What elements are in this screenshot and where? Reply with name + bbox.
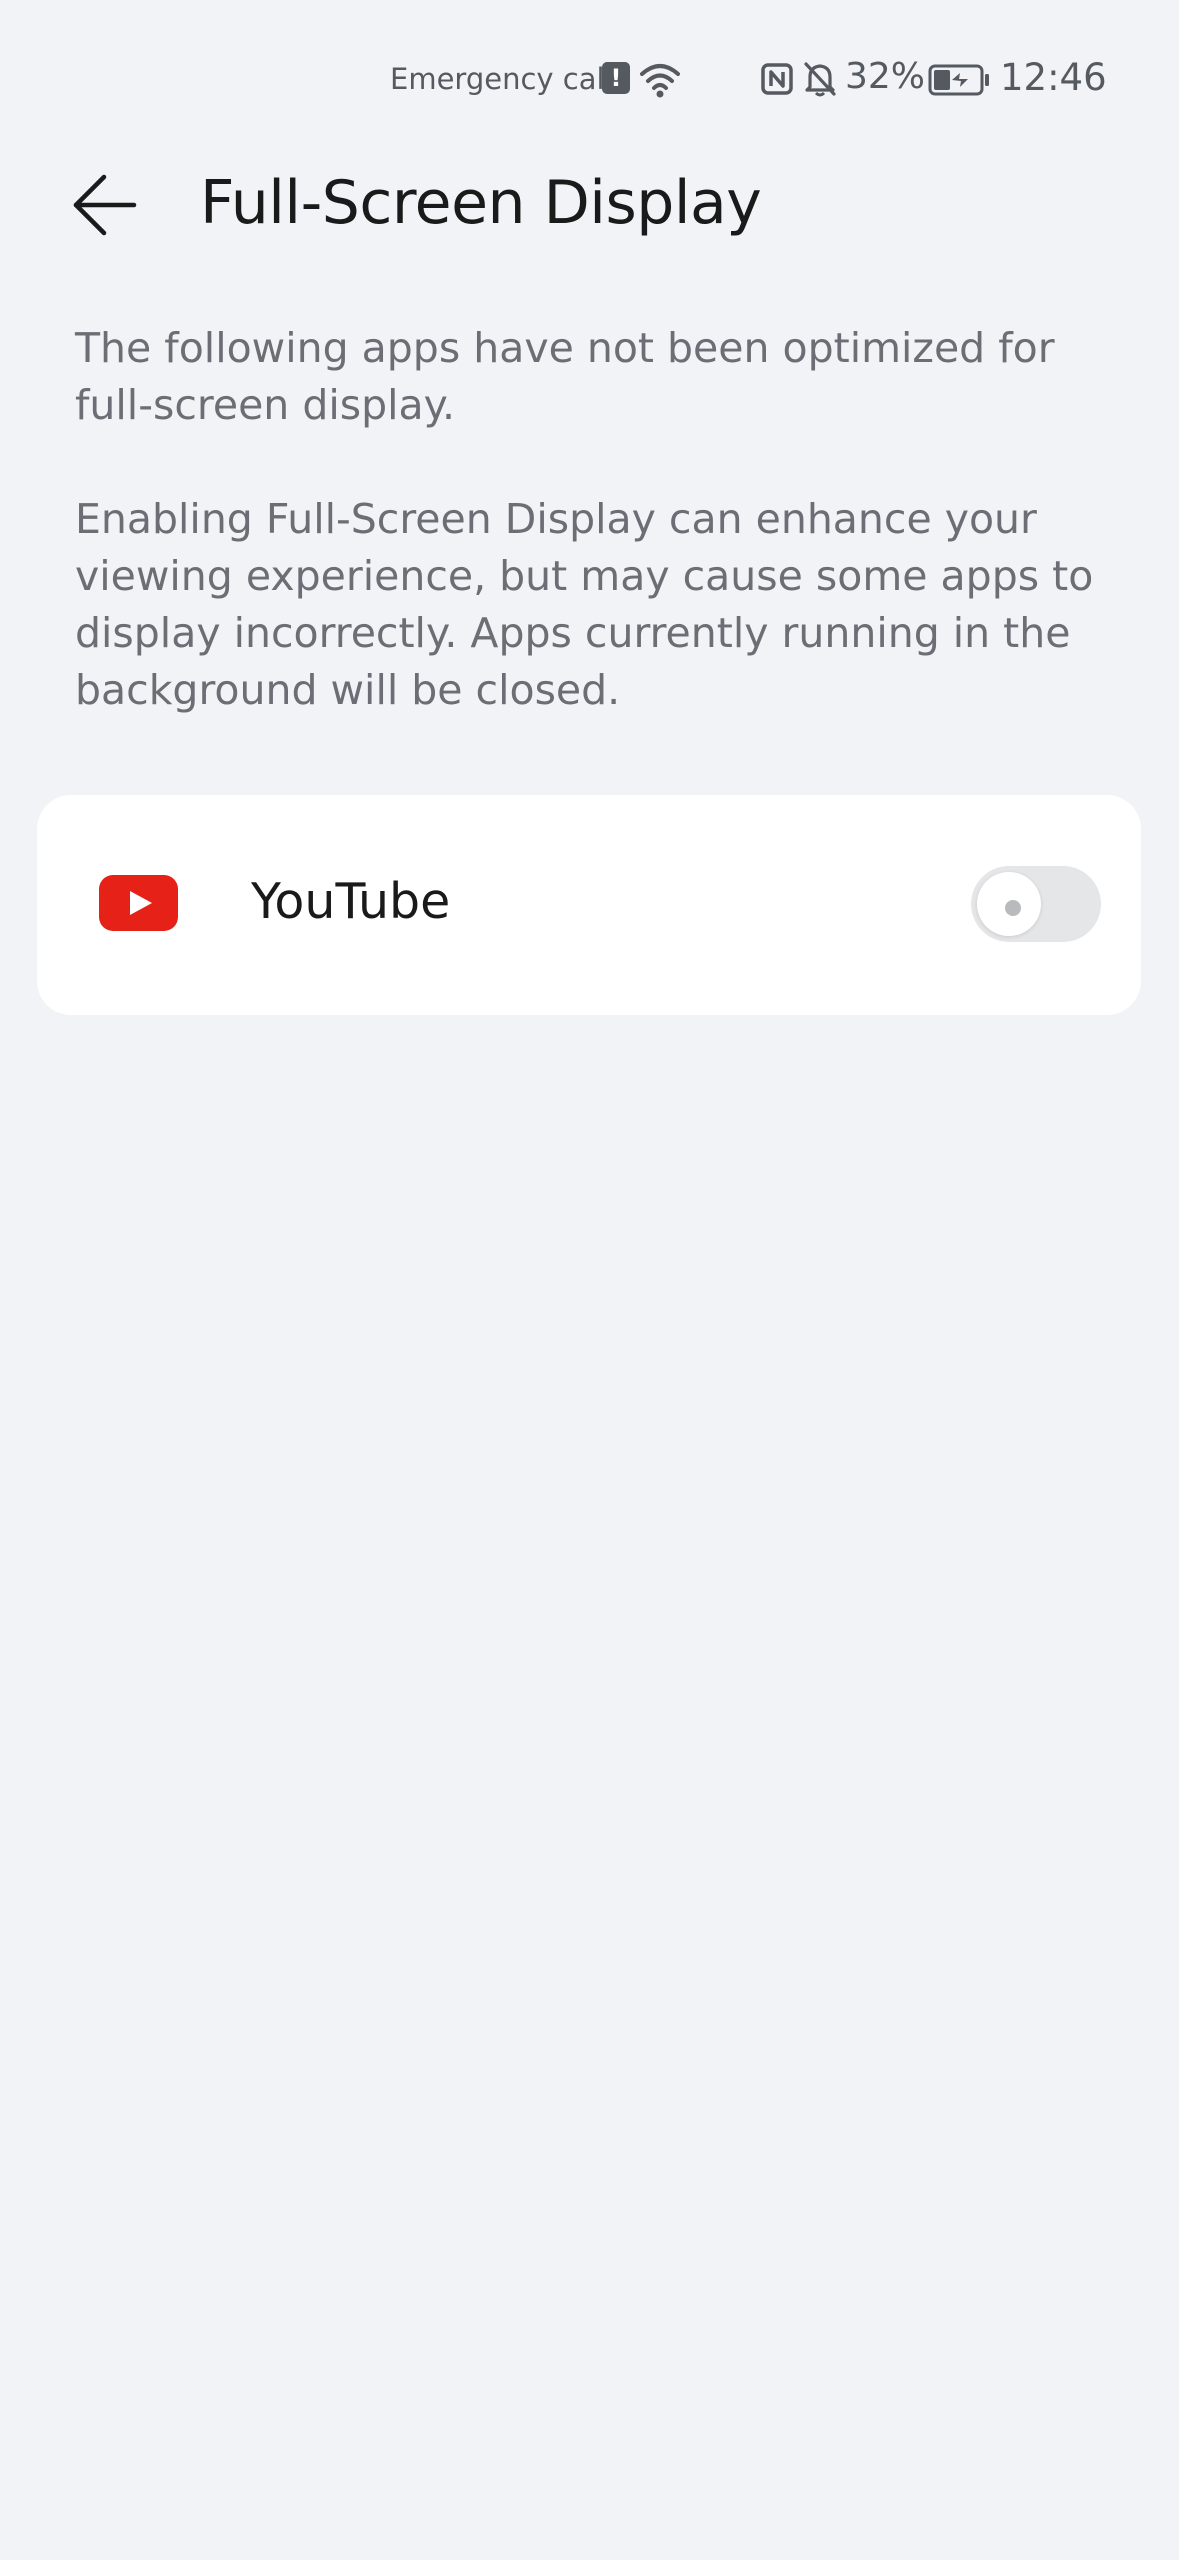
- full-screen-toggle[interactable]: [971, 866, 1101, 942]
- app-list-card: YouTube: [37, 795, 1141, 1015]
- status-bar: Emergency cal... ! 32% 12:46: [0, 52, 1179, 112]
- back-button[interactable]: [70, 164, 160, 248]
- exclamation-icon: !: [602, 62, 630, 94]
- nfc-icon: [760, 62, 794, 100]
- app-name: YouTube: [251, 873, 451, 930]
- bell-muted-icon: [802, 60, 838, 102]
- description-paragraph: The following apps have not been optimiz…: [75, 324, 1055, 429]
- wifi-icon: [638, 60, 682, 104]
- description: The following apps have not been optimiz…: [75, 320, 1115, 719]
- battery-charging-icon: [928, 64, 992, 100]
- description-paragraph: Enabling Full-Screen Display can enhance…: [75, 495, 1094, 714]
- header: Full-Screen Display: [0, 160, 1179, 250]
- carrier-label: Emergency cal...: [390, 62, 633, 96]
- toggle-knob: [977, 872, 1041, 936]
- battery-percent: 32%: [845, 56, 926, 97]
- arrow-left-icon: [73, 174, 137, 236]
- youtube-icon: [99, 875, 178, 931]
- page-title: Full-Screen Display: [200, 168, 762, 238]
- clock: 12:46: [1000, 56, 1107, 99]
- toggle-dot: [1005, 900, 1021, 916]
